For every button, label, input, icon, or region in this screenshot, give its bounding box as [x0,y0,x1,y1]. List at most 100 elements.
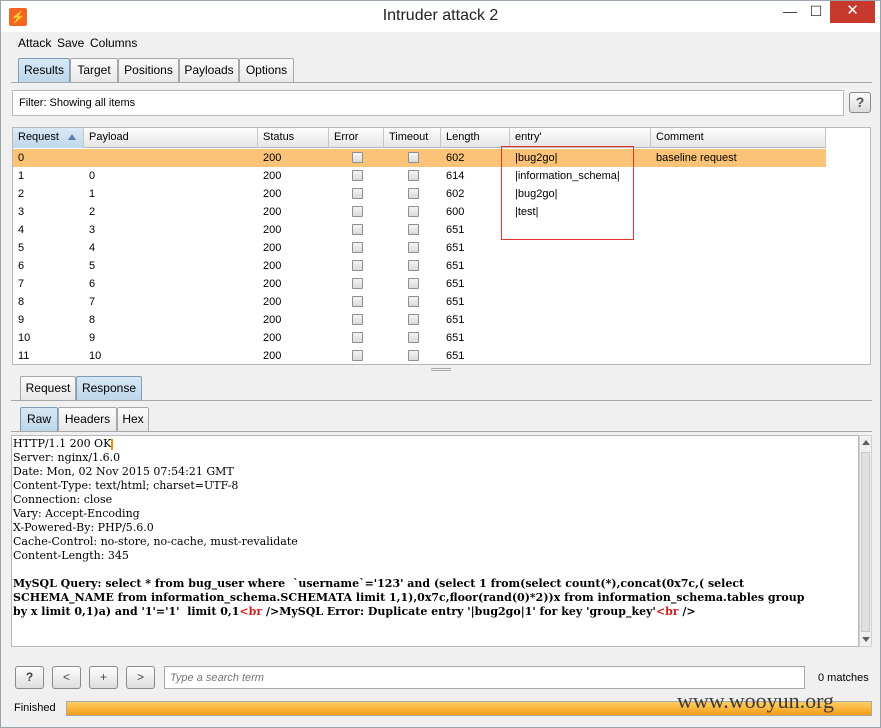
error-checkbox[interactable] [352,170,363,181]
search-help-button[interactable]: ? [15,666,44,689]
column-header-comment[interactable]: Comment [651,128,826,148]
next-match-button[interactable]: > [126,666,155,689]
column-header-timeout[interactable]: Timeout [384,128,441,148]
cell-length: 614 [446,170,465,182]
cell-length: 651 [446,242,465,254]
table-row[interactable]: 8 7 200 651 [13,293,826,311]
results-table: Request Payload Status Error Timeout Len… [12,127,871,365]
cell-request: 7 [18,278,25,290]
add-search-button[interactable]: + [89,666,118,689]
timeout-checkbox[interactable] [408,332,419,343]
error-checkbox[interactable] [352,296,363,307]
tab-target[interactable]: Target [70,58,118,82]
timeout-checkbox[interactable] [408,350,419,361]
timeout-checkbox[interactable] [408,314,419,325]
table-row[interactable]: 6 5 200 651 [13,257,826,275]
table-row[interactable]: 11 10 200 651 [13,347,826,364]
tab-positions[interactable]: Positions [118,58,179,82]
search-field[interactable] [164,666,805,689]
tab-headers[interactable]: Headers [58,407,117,431]
menu-attack[interactable]: Attack [18,36,51,50]
tab-payloads[interactable]: Payloads [179,58,239,82]
error-checkbox[interactable] [352,152,363,163]
tab-raw[interactable]: Raw [20,407,58,431]
match-count: 0 matches [818,672,869,684]
timeout-checkbox[interactable] [408,224,419,235]
html-tag: <br [655,605,679,618]
table-row[interactable]: 5 4 200 651 [13,239,826,257]
search-input[interactable] [170,668,800,688]
scroll-down-icon[interactable] [862,637,870,642]
timeout-checkbox[interactable] [408,260,419,271]
table-row[interactable]: 4 3 200 651 [13,221,826,239]
response-status-line: HTTP/1.1 200 OK [13,437,114,450]
timeout-checkbox[interactable] [408,206,419,217]
error-checkbox[interactable] [352,242,363,253]
error-checkbox[interactable] [352,350,363,361]
column-header-error[interactable]: Error [329,128,384,148]
cell-status: 200 [263,332,282,344]
minimize-button[interactable]: — [777,1,803,23]
cell-status: 200 [263,152,282,164]
menu-columns[interactable]: Columns [90,36,137,50]
pane-splitter[interactable] [431,368,451,371]
tab-divider [11,82,872,83]
scroll-up-icon[interactable] [862,440,870,445]
table-row[interactable]: 1 0 200 614 |information_schema| [13,167,826,185]
error-checkbox[interactable] [352,224,363,235]
error-checkbox[interactable] [352,260,363,271]
error-checkbox[interactable] [352,278,363,289]
timeout-checkbox[interactable] [408,170,419,181]
cell-length: 602 [446,152,465,164]
sort-ascending-icon [68,134,76,140]
column-header-status[interactable]: Status [258,128,329,148]
tab-results[interactable]: Results [18,58,70,82]
tab-options[interactable]: Options [239,58,294,82]
column-header-length[interactable]: Length [441,128,510,148]
cell-request: 11 [18,350,30,362]
error-checkbox[interactable] [352,206,363,217]
timeout-checkbox[interactable] [408,296,419,307]
cell-request: 2 [18,188,25,200]
filter-bar[interactable]: Filter: Showing all items [12,90,844,116]
response-viewer[interactable]: HTTP/1.1 200 OK Server: nginx/1.6.0 Date… [11,435,859,647]
close-button[interactable]: ✕ [830,1,875,23]
timeout-checkbox[interactable] [408,242,419,253]
tab-request[interactable]: Request [20,376,76,400]
error-checkbox[interactable] [352,332,363,343]
attack-tabs: Results Target Positions Payloads Option… [18,58,298,82]
response-header-line: Date: Mon, 02 Nov 2015 07:54:21 GMT [13,465,234,478]
cell-length: 651 [446,332,465,344]
cell-payload: 6 [89,278,96,290]
error-checkbox[interactable] [352,188,363,199]
cell-request: 5 [18,242,25,254]
response-scrollbar[interactable] [859,435,872,647]
error-checkbox[interactable] [352,314,363,325]
previous-match-button[interactable]: < [52,666,81,689]
table-row[interactable]: 2 1 200 602 |bug2go| [13,185,826,203]
column-header-request[interactable]: Request [13,128,84,148]
cell-request: 4 [18,224,25,236]
cell-payload: 3 [89,224,96,236]
cell-length: 602 [446,188,465,200]
table-row[interactable]: 7 6 200 651 [13,275,826,293]
filter-help-button[interactable]: ? [849,92,871,113]
tab-response[interactable]: Response [76,376,142,400]
cell-comment: baseline request [656,152,737,164]
column-header-entry[interactable]: entry' [510,128,651,148]
cell-status: 200 [263,260,282,272]
timeout-checkbox[interactable] [408,278,419,289]
menu-bar: Attack Save Columns [1,32,880,54]
menu-save[interactable]: Save [57,36,84,50]
maximize-button[interactable]: ☐ [803,1,829,23]
table-row[interactable]: 9 8 200 651 [13,311,826,329]
tab-hex[interactable]: Hex [117,407,149,431]
title-bar: ⚡ Intruder attack 2 — ☐ ✕ [1,1,880,32]
scroll-thumb[interactable] [861,452,870,632]
table-row[interactable]: 10 9 200 651 [13,329,826,347]
table-row[interactable]: 3 2 200 600 |test| [13,203,826,221]
table-row[interactable]: 0 200 602 |bug2go| baseline request [13,149,826,167]
timeout-checkbox[interactable] [408,152,419,163]
timeout-checkbox[interactable] [408,188,419,199]
column-header-payload[interactable]: Payload [84,128,258,148]
